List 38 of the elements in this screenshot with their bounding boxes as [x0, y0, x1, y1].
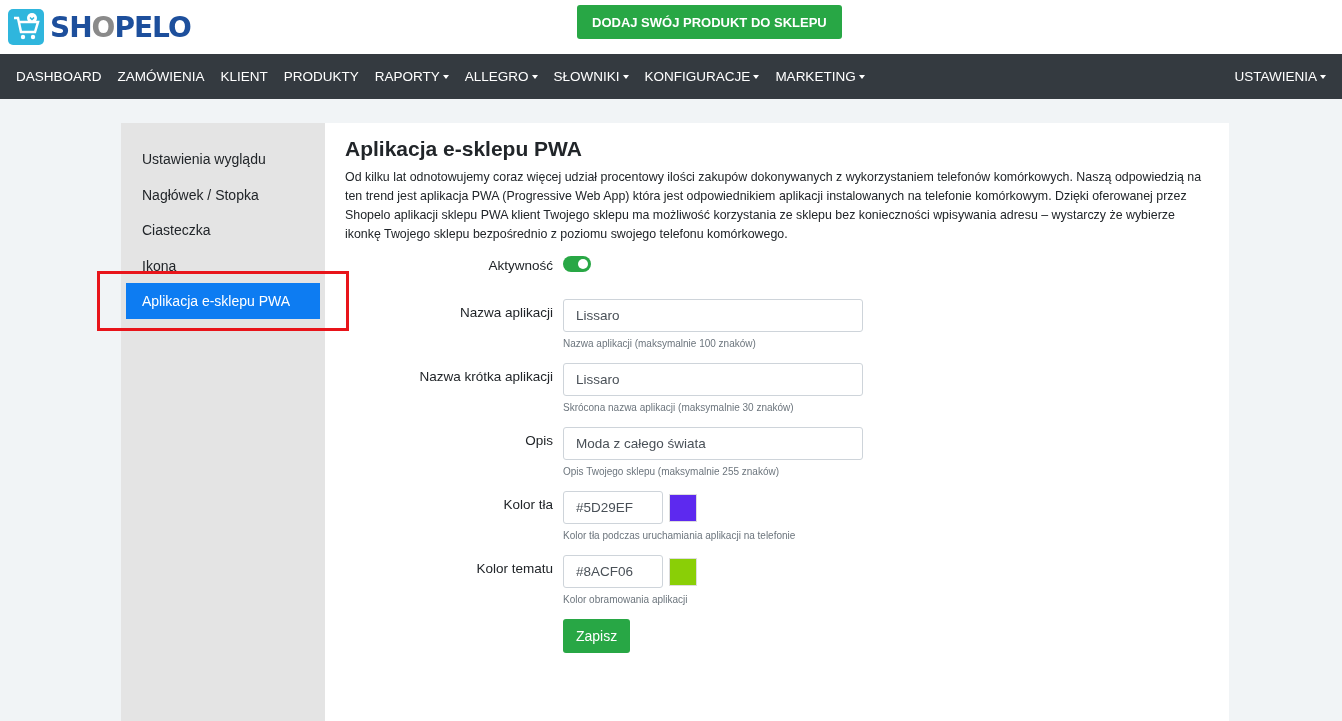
field-label: Opis: [524, 432, 553, 450]
text-input[interactable]: Lissaro: [563, 363, 863, 396]
color-swatch[interactable]: [669, 557, 697, 586]
nav-link[interactable]: SŁOWNIKI: [553, 69, 629, 84]
color-input[interactable]: #8ACF06: [563, 555, 663, 588]
cart-logo-icon: [8, 9, 44, 45]
help-text: Opis Twojego sklepu (maksymalnie 255 znaków): [563, 466, 781, 477]
logo-text: SHOPELO: [50, 10, 191, 44]
field-label: Kolor tematu: [475, 560, 553, 578]
sidebar-item[interactable]: Ustawienia wyglądu: [126, 141, 320, 177]
description-text: Od kilku lat odnotowujemy coraz więcej udział procentowy ilości zakupów dokonywanych z wykorzystaniem telefonów komórkowych. Naszą odpowiedzią na ten trend jest aplikacja PWA (Progressive Web App) która jest odpowiednikiem aplikacji instalowanych na telefonie komórkowym. Dzięki oferowanej przez Shopelo aplikacji sklepu PWA klient Twojego sklepu ma możliwość korzystania ze sklepu bez konieczności wpisywania adresu – wystarczy że wybierze ikonkę Twojego sklepu bezpośrednio z poziomu swojego telefonu komórkowego.: [345, 169, 1203, 243]
color-swatch[interactable]: [669, 493, 697, 522]
toggle-switch[interactable]: [563, 256, 591, 272]
nav-link[interactable]: KLIENT: [220, 69, 268, 84]
page-title: Aplikacja e-sklepu PWA: [345, 137, 583, 161]
nav-link[interactable]: KONFIGURACJE: [644, 69, 760, 84]
nav-link[interactable]: USTAWIENIA: [1234, 69, 1326, 84]
field-label: Aktywność: [487, 257, 553, 273]
color-input[interactable]: #5D29EF: [563, 491, 663, 524]
field-label: Nazwa krótka aplikacji: [418, 368, 553, 386]
help-text: Kolor tła podczas uruchamiania aplikacji na telefonie: [563, 530, 796, 541]
text-input[interactable]: Lissaro: [563, 299, 863, 332]
help-text: Nazwa aplikacji (maksymalnie 100 znaków): [563, 338, 757, 349]
sidebar-item[interactable]: Ciasteczka: [126, 212, 320, 248]
sidebar-item[interactable]: Ikona: [126, 247, 320, 284]
text-input[interactable]: Moda z całego świata: [563, 427, 863, 460]
nav-link[interactable]: MARKETING: [775, 69, 865, 84]
nav-link[interactable]: ZAMÓWIENIA: [117, 69, 205, 84]
field-label: Nazwa aplikacji: [458, 304, 553, 322]
nav-link[interactable]: PRODUKTY: [283, 69, 359, 84]
nav-link[interactable]: RAPORTY: [374, 69, 449, 84]
sidebar-item[interactable]: Nagłówek / Stopka: [126, 176, 320, 213]
help-text: Kolor obramowania aplikacji: [563, 594, 689, 605]
field-label: Kolor tła: [502, 496, 553, 514]
nav-link[interactable]: ALLEGRO: [464, 69, 538, 84]
nav-link[interactable]: DASHBOARD: [16, 69, 102, 84]
sidebar-item[interactable]: Aplikacja e-sklepu PWA: [126, 283, 320, 319]
help-text: Skrócona nazwa aplikacji (maksymalnie 30 znaków): [563, 402, 795, 413]
